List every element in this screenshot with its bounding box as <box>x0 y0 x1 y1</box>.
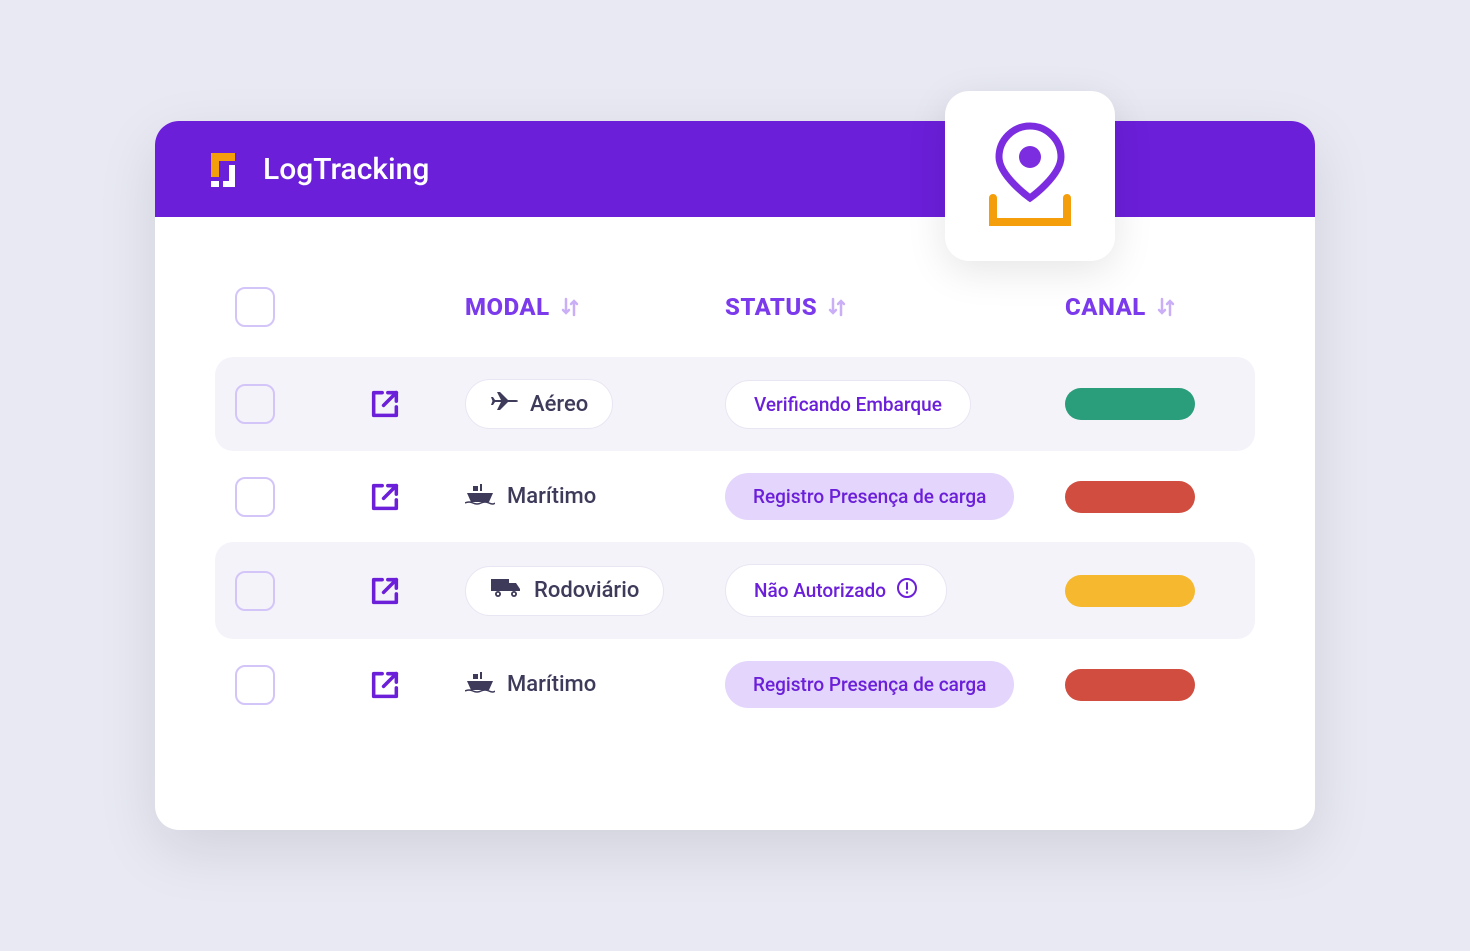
modal-cell: Marítimo <box>465 483 705 511</box>
status-label: Registro Presença de carga <box>753 673 986 696</box>
alert-icon <box>896 577 918 604</box>
canal-cell <box>1065 575 1235 607</box>
canal-indicator <box>1065 575 1195 607</box>
column-label: MODAL <box>465 293 550 321</box>
external-link-icon[interactable] <box>325 387 445 421</box>
table-row: Rodoviário Não Autorizado <box>215 542 1255 639</box>
select-all-checkbox[interactable] <box>235 287 275 327</box>
app-title: LogTracking <box>263 152 429 187</box>
modal-label: Aéreo <box>530 392 588 417</box>
table-row: Marítimo Registro Presença de carga <box>215 639 1255 730</box>
modal-label: Rodoviário <box>534 578 639 603</box>
ship-icon <box>465 671 495 699</box>
column-header-status[interactable]: STATUS <box>725 293 1045 321</box>
status-pill: Verificando Embarque <box>725 380 971 429</box>
status-cell: Não Autorizado <box>725 564 1045 617</box>
plane-icon <box>490 390 518 418</box>
status-cell: Registro Presença de carga <box>725 661 1045 708</box>
row-checkbox[interactable] <box>235 571 275 611</box>
table-body: Aéreo Verificando Embarque Marítimo Registr… <box>215 357 1255 730</box>
tracking-card: LogTracking MODAL STATUS <box>155 121 1315 830</box>
modal-label: Marítimo <box>507 484 596 509</box>
status-pill: Registro Presença de carga <box>725 473 1014 520</box>
sort-icon <box>560 295 580 319</box>
table-header: MODAL STATUS CANAL <box>215 287 1255 357</box>
external-link-icon[interactable] <box>325 574 445 608</box>
row-checkbox[interactable] <box>235 665 275 705</box>
canal-indicator <box>1065 669 1195 701</box>
header: LogTracking <box>155 121 1315 217</box>
column-header-modal[interactable]: MODAL <box>465 293 705 321</box>
modal-cell: Marítimo <box>465 671 705 699</box>
sort-icon <box>1156 295 1176 319</box>
status-cell: Verificando Embarque <box>725 380 1045 429</box>
column-label: CANAL <box>1065 293 1146 321</box>
modal-cell: Rodoviário <box>465 566 705 616</box>
canal-cell <box>1065 481 1235 513</box>
status-label: Verificando Embarque <box>754 393 942 416</box>
location-badge <box>945 91 1115 261</box>
truck-icon <box>490 577 522 605</box>
canal-indicator <box>1065 388 1195 420</box>
logo-icon <box>203 149 243 189</box>
status-pill: Registro Presença de carga <box>725 661 1014 708</box>
canal-cell <box>1065 669 1235 701</box>
external-link-icon[interactable] <box>325 668 445 702</box>
row-checkbox[interactable] <box>235 477 275 517</box>
ship-icon <box>465 483 495 511</box>
canal-cell <box>1065 388 1235 420</box>
sort-icon <box>827 295 847 319</box>
column-label: STATUS <box>725 293 817 321</box>
table-row: Marítimo Registro Presença de carga <box>215 451 1255 542</box>
column-header-canal[interactable]: CANAL <box>1065 293 1235 321</box>
external-link-icon[interactable] <box>325 480 445 514</box>
status-label: Não Autorizado <box>754 579 886 602</box>
table-content: MODAL STATUS CANAL <box>155 217 1315 830</box>
table-row: Aéreo Verificando Embarque <box>215 357 1255 451</box>
status-cell: Registro Presença de carga <box>725 473 1045 520</box>
modal-label: Marítimo <box>507 672 596 697</box>
status-pill: Não Autorizado <box>725 564 947 617</box>
status-label: Registro Presença de carga <box>753 485 986 508</box>
row-checkbox[interactable] <box>235 384 275 424</box>
modal-cell: Aéreo <box>465 379 705 429</box>
canal-indicator <box>1065 481 1195 513</box>
